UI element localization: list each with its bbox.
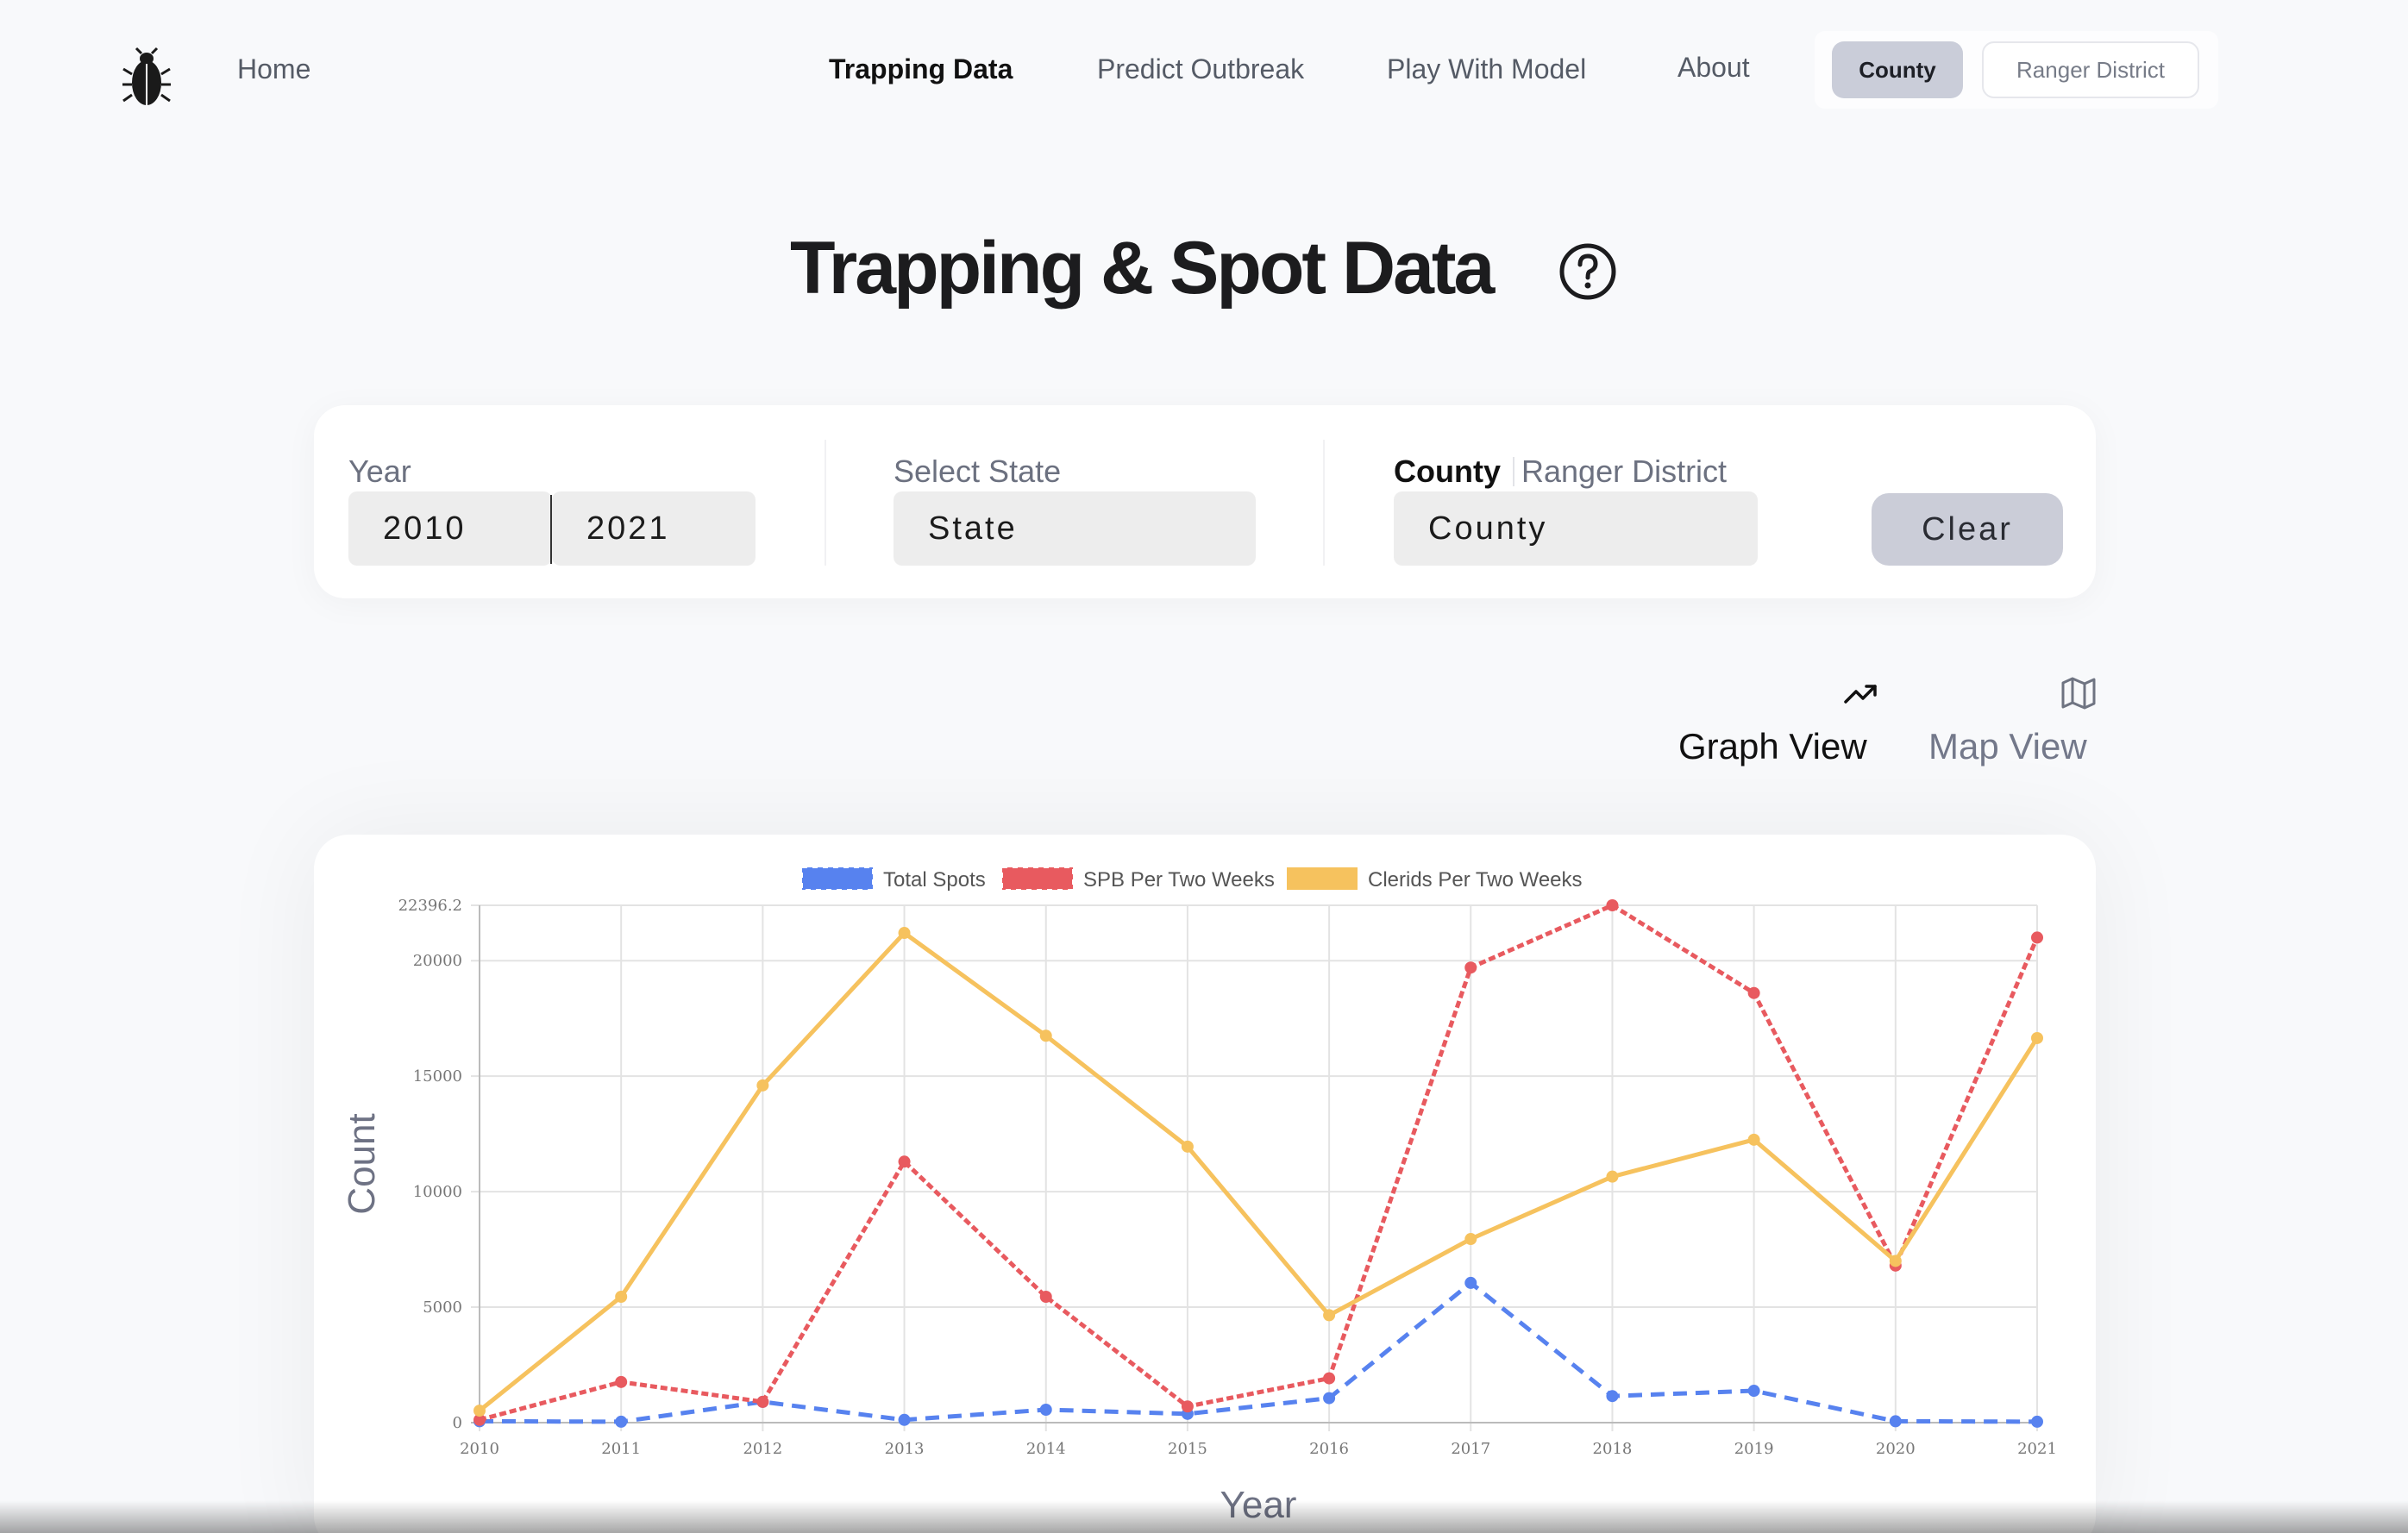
data-point[interactable] (756, 1079, 769, 1092)
data-point[interactable] (1464, 1276, 1477, 1289)
y-tick-label: 20000 (413, 952, 462, 970)
county-select[interactable]: County (1394, 491, 1758, 566)
state-select[interactable]: State (894, 491, 1256, 566)
data-point[interactable] (615, 1415, 628, 1428)
filter-divider (825, 440, 826, 566)
trapping-line-chart: 2010 2011 2012 2013 2014 2015 2016 2017 2018 2019… (341, 867, 2057, 1526)
data-point[interactable] (898, 927, 911, 940)
y-axis-title: Count (341, 1113, 383, 1214)
x-axis-title: Year (1220, 1484, 1297, 1526)
y-tick-label: 15000 (413, 1067, 462, 1086)
x-tick-label: 2013 (885, 1440, 925, 1458)
legend-label[interactable]: Clerids Per Two Weeks (1368, 868, 1583, 892)
y-tick-label: 10000 (413, 1183, 462, 1201)
data-point[interactable] (1464, 1233, 1477, 1246)
x-tick-label: 2017 (1451, 1440, 1490, 1458)
legend-swatch[interactable] (1287, 867, 1358, 890)
series-line (478, 930, 2040, 1413)
nav-trapping-data[interactable]: Trapping Data (829, 53, 1013, 85)
clear-button[interactable]: Clear (1872, 493, 2063, 566)
x-tick-label: 2011 (601, 1440, 641, 1458)
ranger-district-tab[interactable]: Ranger District (1521, 454, 1727, 490)
data-point[interactable] (1889, 1255, 1902, 1267)
nav-predict-outbreak[interactable]: Predict Outbreak (1097, 53, 1304, 85)
data-point[interactable] (1606, 899, 1619, 911)
y-tick-label: 5000 (423, 1298, 462, 1317)
series-line (479, 1280, 2038, 1424)
data-point[interactable] (1323, 1309, 1336, 1322)
data-point[interactable] (2031, 1415, 2043, 1428)
nav-play-with-model[interactable]: Play With Model (1387, 53, 1586, 85)
data-point[interactable] (1606, 1170, 1619, 1183)
year-label: Year (348, 454, 411, 489)
x-tick-label: 2020 (1876, 1440, 1916, 1458)
data-point[interactable] (1464, 961, 1477, 974)
data-point[interactable] (1606, 1390, 1619, 1403)
data-point[interactable] (615, 1290, 628, 1303)
data-point[interactable] (898, 1413, 911, 1426)
toggle-ranger-district-button[interactable]: Ranger District (1982, 41, 2199, 98)
trending-up-icon[interactable] (1842, 674, 1880, 712)
x-tick-label: 2010 (460, 1440, 499, 1458)
chart-card: 2010 2011 2012 2013 2014 2015 2016 2017 2018 2019… (314, 835, 2096, 1533)
beetle-logo-icon[interactable] (121, 47, 172, 109)
region-type-toggle: County Ranger District (1815, 31, 2218, 109)
map-icon[interactable] (2060, 674, 2098, 712)
data-point[interactable] (473, 1405, 486, 1417)
x-tick-label: 2016 (1309, 1440, 1349, 1458)
graph-view-tab[interactable]: Graph View (1678, 726, 1867, 767)
legend-swatch[interactable] (802, 867, 873, 890)
x-tick-label: 2015 (1168, 1440, 1207, 1458)
filter-divider (1323, 440, 1325, 566)
data-point[interactable] (756, 1395, 769, 1408)
data-point[interactable] (1323, 1392, 1336, 1405)
x-tick-label: 2021 (2017, 1440, 2057, 1458)
data-point[interactable] (1747, 986, 1760, 999)
state-label: Select State (894, 454, 1062, 489)
y-tick-label: 22396.2 (398, 897, 462, 915)
legend-label[interactable]: Total Spots (883, 868, 986, 892)
filter-panel: Year 2010 2021 Select State State County… (314, 405, 2096, 598)
data-point[interactable] (1181, 1140, 1194, 1153)
county-tab[interactable]: County (1394, 454, 1501, 490)
nav-home[interactable]: Home (237, 53, 310, 85)
data-point[interactable] (1747, 1385, 1760, 1398)
data-point[interactable] (1039, 1029, 1052, 1042)
x-tick-label: 2019 (1734, 1440, 1774, 1458)
data-point[interactable] (2031, 1031, 2043, 1044)
top-nav: Home Trapping Data Predict Outbreak Play… (0, 0, 2408, 147)
data-point[interactable] (898, 1155, 911, 1168)
map-view-tab[interactable]: Map View (1928, 726, 2087, 767)
legend-label[interactable]: SPB Per Two Weeks (1083, 868, 1275, 892)
x-tick-label: 2018 (1593, 1440, 1633, 1458)
question-circle-icon[interactable] (1558, 241, 1618, 302)
data-point[interactable] (1039, 1403, 1052, 1416)
data-point[interactable] (1747, 1133, 1760, 1146)
data-point[interactable] (2031, 931, 2043, 944)
data-point[interactable] (1039, 1290, 1052, 1303)
legend-swatch[interactable] (1002, 867, 1073, 890)
x-tick-label: 2014 (1026, 1440, 1066, 1458)
page-title: Trapping & Spot Data (790, 227, 1495, 310)
data-point[interactable] (1181, 1400, 1194, 1413)
y-tick-label: 0 (453, 1414, 462, 1432)
year-start-input[interactable]: 2010 (348, 491, 552, 566)
nav-about[interactable]: About (1677, 52, 1750, 84)
year-end-input[interactable]: 2021 (552, 491, 756, 566)
x-tick-label: 2012 (743, 1440, 782, 1458)
data-point[interactable] (1889, 1415, 1902, 1428)
data-point[interactable] (1323, 1372, 1336, 1385)
tab-separator (1513, 457, 1514, 486)
toggle-county-button[interactable]: County (1832, 41, 1963, 98)
data-point[interactable] (615, 1375, 628, 1388)
